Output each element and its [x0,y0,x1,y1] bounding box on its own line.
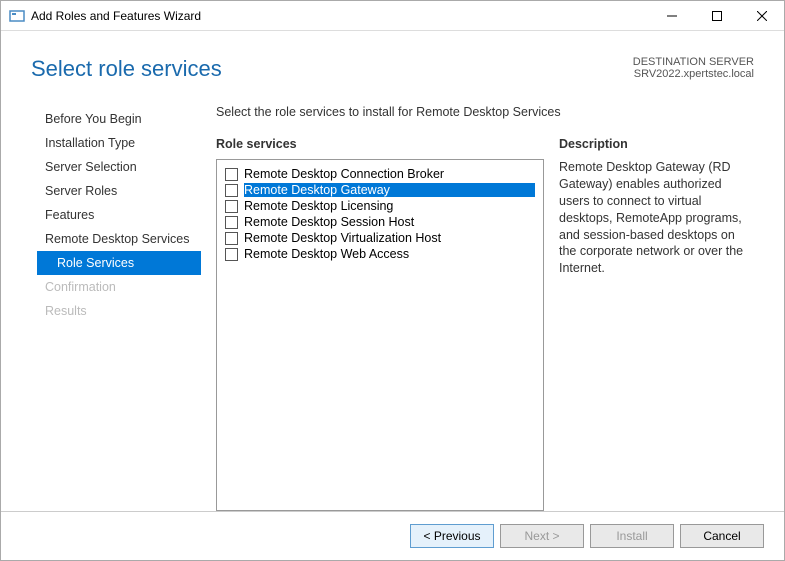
maximize-button[interactable] [694,1,739,30]
checkbox-icon[interactable] [225,248,238,261]
destination-server-name: SRV2022.xpertstec.local [633,68,754,80]
role-service-item[interactable]: Remote Desktop Connection Broker [221,166,539,182]
role-services-column: Role services Remote Desktop Connection … [216,137,544,511]
role-service-item[interactable]: Remote Desktop Licensing [221,198,539,214]
sidebar-item[interactable]: Features [37,203,201,227]
sidebar-item: Confirmation [37,275,201,299]
minimize-button[interactable] [649,1,694,30]
sidebar-item[interactable]: Server Selection [37,155,201,179]
content: Before You BeginInstallation TypeServer … [1,97,784,511]
close-button[interactable] [739,1,784,30]
role-service-item[interactable]: Remote Desktop Web Access [221,246,539,262]
description-column: Description Remote Desktop Gateway (RD G… [559,137,754,511]
role-service-label: Remote Desktop Virtualization Host [244,231,535,245]
instruction-text: Select the role services to install for … [216,97,754,137]
next-button[interactable]: Next > [500,524,584,548]
sidebar-item[interactable]: Remote Desktop Services [37,227,201,251]
role-services-list[interactable]: Remote Desktop Connection Broker Remote D… [216,159,544,511]
role-service-label: Remote Desktop Connection Broker [244,167,535,181]
sidebar-item: Results [37,299,201,323]
role-services-header: Role services [216,137,544,151]
main-columns: Role services Remote Desktop Connection … [216,137,754,511]
app-icon [9,8,25,24]
titlebar-title: Add Roles and Features Wizard [31,9,201,23]
role-service-item[interactable]: Remote Desktop Virtualization Host [221,230,539,246]
sidebar-item[interactable]: Installation Type [37,131,201,155]
role-service-label: Remote Desktop Session Host [244,215,535,229]
titlebar-controls [649,1,784,30]
checkbox-icon[interactable] [225,216,238,229]
footer: < Previous Next > Install Cancel [1,511,784,560]
titlebar: Add Roles and Features Wizard [1,1,784,31]
main-panel: Select the role services to install for … [201,97,764,511]
destination-server: DESTINATION SERVER SRV2022.xpertstec.loc… [633,56,754,80]
checkbox-icon[interactable] [225,184,238,197]
checkbox-icon[interactable] [225,168,238,181]
sidebar: Before You BeginInstallation TypeServer … [21,97,201,511]
role-service-item[interactable]: Remote Desktop Gateway [221,182,539,198]
header: Select role services DESTINATION SERVER … [1,31,784,97]
description-header: Description [559,137,754,151]
sidebar-item[interactable]: Server Roles [37,179,201,203]
cancel-button[interactable]: Cancel [680,524,764,548]
description-text: Remote Desktop Gateway (RD Gateway) enab… [559,159,754,277]
role-service-label: Remote Desktop Web Access [244,247,535,261]
page-title: Select role services [31,56,222,82]
checkbox-icon[interactable] [225,232,238,245]
install-button[interactable]: Install [590,524,674,548]
sidebar-item[interactable]: Before You Begin [37,107,201,131]
sidebar-item[interactable]: Role Services [37,251,201,275]
checkbox-icon[interactable] [225,200,238,213]
destination-server-label: DESTINATION SERVER [633,56,754,68]
role-service-item[interactable]: Remote Desktop Session Host [221,214,539,230]
role-service-label: Remote Desktop Licensing [244,199,535,213]
role-service-label: Remote Desktop Gateway [244,183,535,197]
previous-button[interactable]: < Previous [410,524,494,548]
